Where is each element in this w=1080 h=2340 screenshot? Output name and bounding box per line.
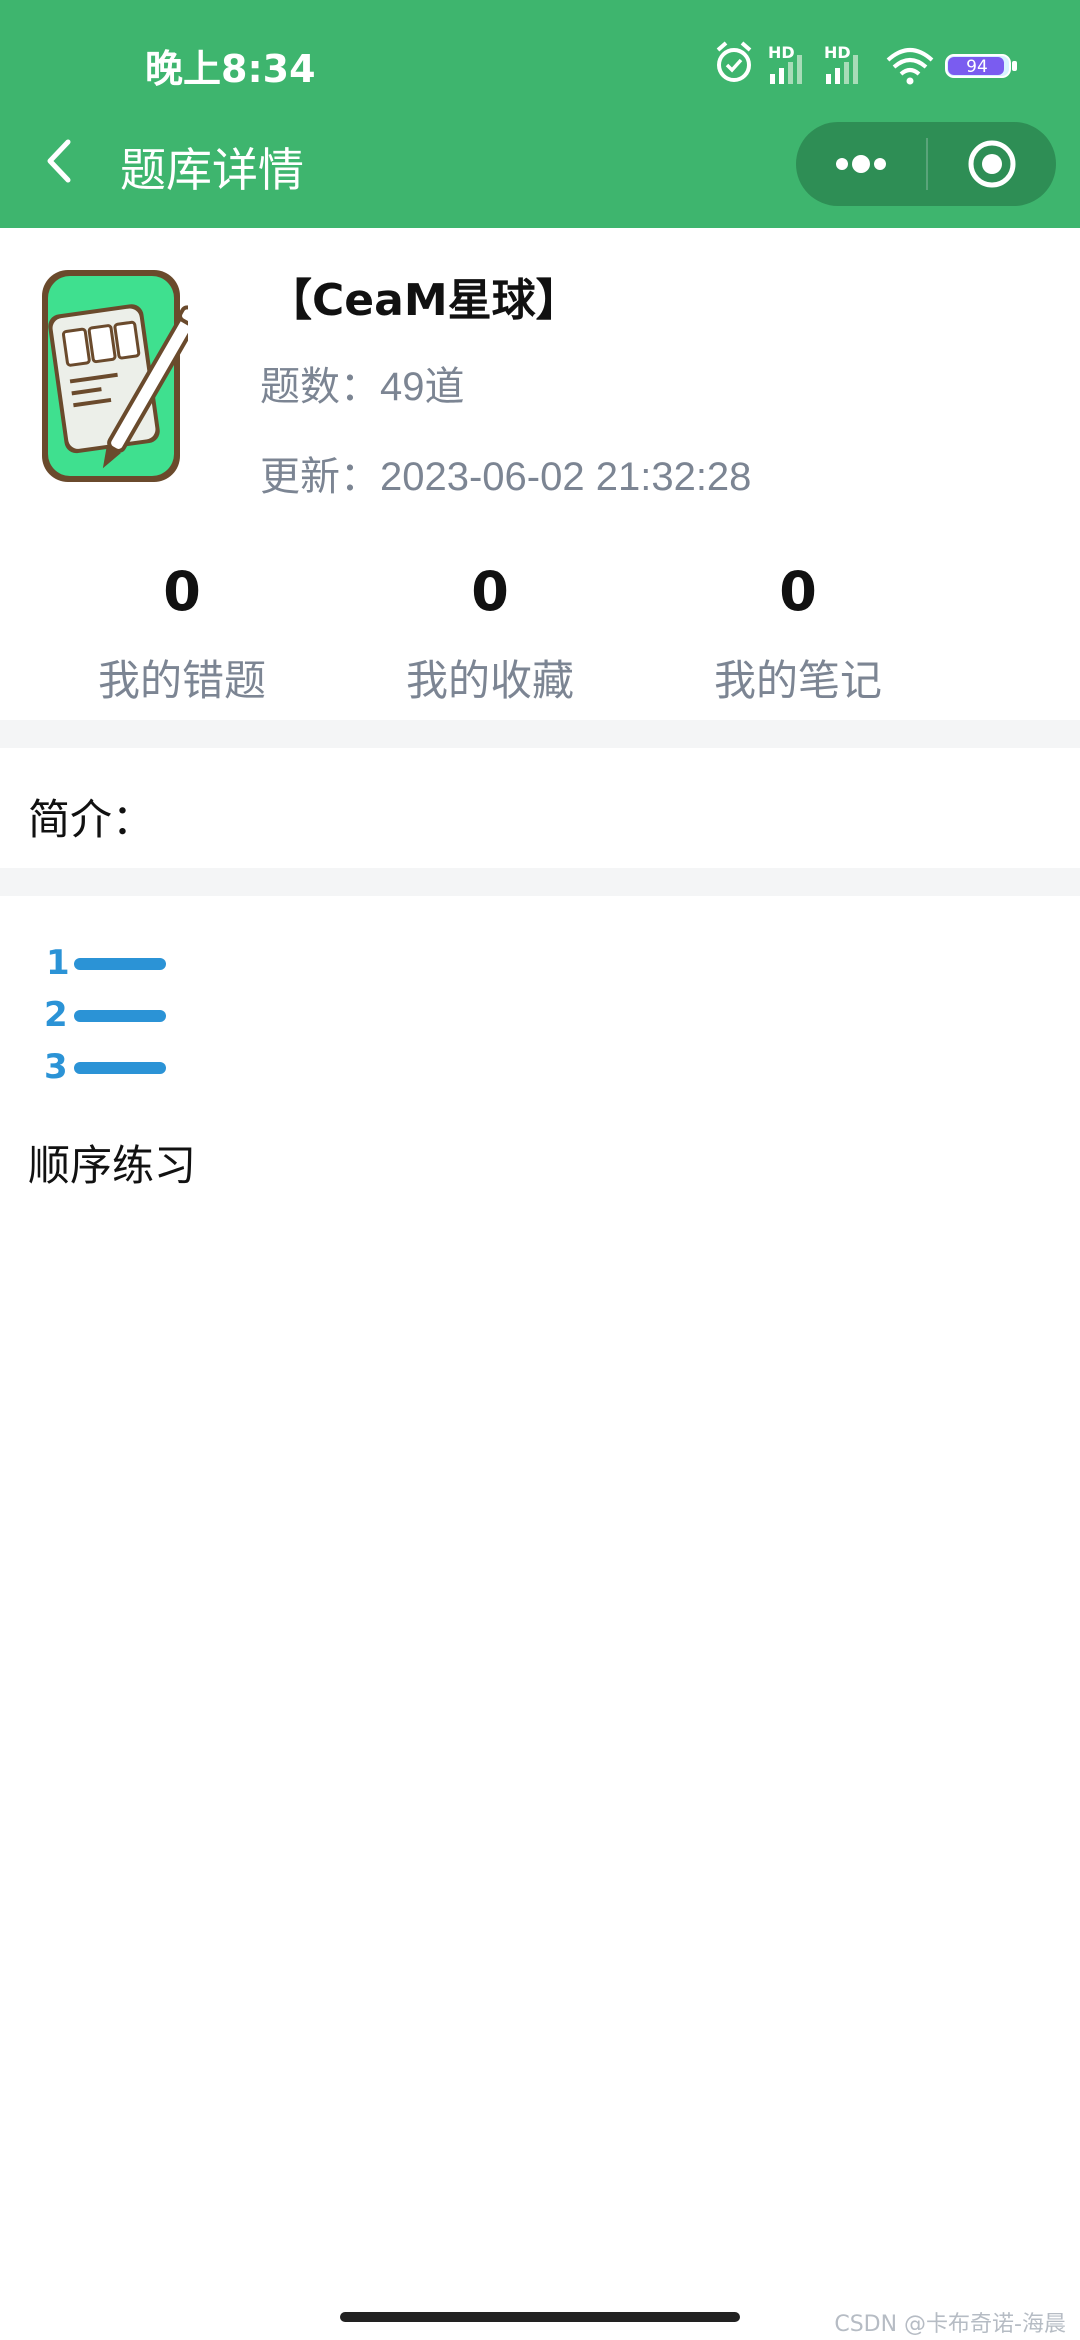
nav-title: 题库详情	[120, 143, 304, 197]
page: 晚上8:34 HD HD 94 题库详情 【CeaM星球】 题数：49道 更新：…	[0, 0, 1080, 2340]
svg-text:3: 3	[44, 1047, 68, 1087]
signal-label-2: HD	[824, 43, 851, 62]
stat-wrong-questions[interactable]: 0 我的错题	[62, 560, 302, 708]
stat-value: 0	[471, 560, 509, 623]
question-count-value: 49道	[380, 365, 465, 409]
question-count-label: 题数：	[260, 365, 380, 409]
svg-text:2: 2	[44, 995, 68, 1035]
record-target-icon[interactable]	[928, 122, 1056, 206]
stat-label: 我的笔记	[713, 656, 882, 705]
numbered-list-icon[interactable]: 1 2 3	[42, 940, 172, 1090]
battery-icon: 94	[945, 54, 1017, 78]
intro-label: 简介：	[28, 795, 155, 844]
stat-notes[interactable]: 0 我的笔记	[678, 560, 918, 708]
update-time: 更新：2023-06-02 21:32:28	[260, 444, 751, 502]
home-indicator[interactable]	[340, 2312, 740, 2322]
signal-icon: HD	[768, 43, 802, 84]
stat-label: 我的收藏	[405, 656, 574, 705]
wifi-icon	[886, 48, 934, 85]
update-time-value: 2023-06-02 21:32:28	[380, 455, 752, 499]
header: 晚上8:34 HD HD 94 题库详情	[0, 0, 1080, 228]
alarm-icon	[716, 41, 752, 82]
stat-value: 0	[779, 560, 817, 623]
sequential-practice-label[interactable]: 顺序练习	[28, 1132, 196, 1193]
stat-label: 我的错题	[97, 656, 266, 705]
watermark: CSDN @卡布奇诺-海晨	[834, 2312, 1066, 2337]
signal-label-1: HD	[768, 43, 795, 62]
bank-title: 【CeaM星球】	[268, 275, 580, 326]
more-dots-icon[interactable]	[796, 122, 924, 206]
stat-value: 0	[163, 560, 201, 623]
svg-text:1: 1	[46, 943, 70, 983]
battery-level: 94	[966, 57, 988, 77]
notepad-pen-icon	[42, 270, 188, 482]
capsule-menu	[796, 122, 1056, 206]
question-count: 题数：49道	[260, 354, 465, 412]
chevron-left-icon[interactable]	[38, 134, 82, 188]
update-time-label: 更新：	[260, 455, 380, 499]
section-divider	[0, 720, 1080, 748]
section-divider	[0, 868, 1080, 896]
stat-favorites[interactable]: 0 我的收藏	[370, 560, 610, 708]
status-time: 晚上8:34	[145, 47, 316, 91]
status-icons: HD HD 94	[716, 41, 1017, 85]
signal-icon: HD	[824, 43, 858, 84]
